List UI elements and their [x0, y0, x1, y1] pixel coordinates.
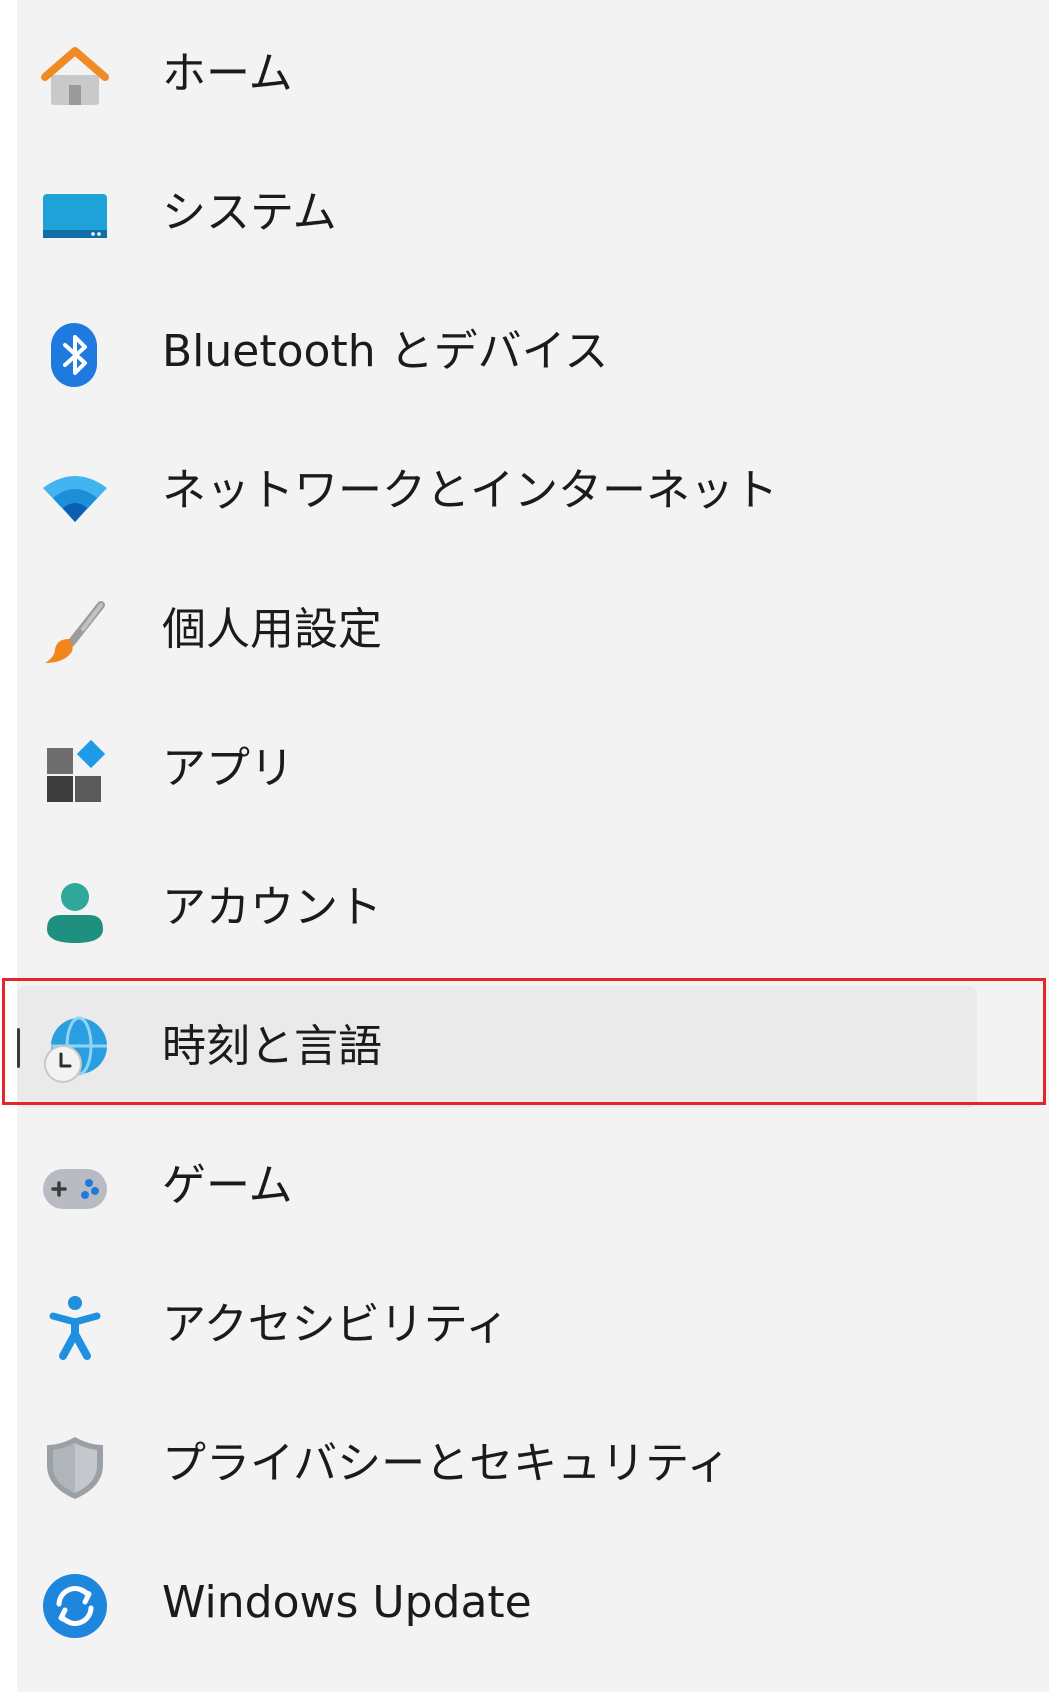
settings-navigation: ホーム システム Bluetooth とデバイス ネットワークとインターネット … — [17, 0, 1049, 1692]
nav-item-label: 個人用設定 — [162, 604, 382, 655]
nav-item-label: 時刻と言語 — [162, 1021, 382, 1072]
nav-item-network-internet[interactable]: ネットワークとインターネット — [17, 430, 977, 552]
nav-item-label: Windows Update — [162, 1577, 532, 1628]
windows-update-icon — [41, 1572, 109, 1640]
nav-item-apps[interactable]: アプリ — [17, 708, 977, 830]
nav-item-time-language[interactable]: 時刻と言語 — [17, 986, 977, 1108]
time-language-icon — [41, 1016, 109, 1084]
nav-item-label: アカウント — [162, 882, 382, 933]
nav-item-label: プライバシーとセキュリティ — [162, 1438, 731, 1489]
nav-item-system[interactable]: システム — [17, 152, 977, 274]
nav-item-label: システム — [162, 187, 337, 238]
selection-indicator — [17, 1028, 20, 1068]
apps-icon — [41, 738, 109, 806]
bluetooth-icon — [41, 321, 109, 389]
nav-item-accounts[interactable]: アカウント — [17, 847, 977, 969]
nav-item-personalization[interactable]: 個人用設定 — [17, 569, 977, 691]
wifi-icon — [41, 460, 109, 528]
shield-icon — [41, 1433, 109, 1501]
nav-item-bluetooth-devices[interactable]: Bluetooth とデバイス — [17, 291, 977, 413]
home-icon — [41, 43, 109, 111]
accessibility-icon — [41, 1294, 109, 1362]
nav-item-label: ゲーム — [162, 1160, 293, 1211]
account-icon — [41, 877, 109, 945]
brush-icon — [41, 599, 109, 667]
nav-item-privacy-security[interactable]: プライバシーとセキュリティ — [17, 1403, 977, 1525]
gamepad-icon — [41, 1155, 109, 1223]
nav-item-accessibility[interactable]: アクセシビリティ — [17, 1264, 977, 1386]
nav-item-label: アクセシビリティ — [162, 1299, 510, 1350]
nav-item-label: アプリ — [162, 743, 294, 794]
system-icon — [41, 182, 109, 250]
nav-item-gaming[interactable]: ゲーム — [17, 1125, 977, 1247]
nav-item-label: Bluetooth とデバイス — [162, 326, 609, 377]
nav-item-home[interactable]: ホーム — [17, 13, 977, 135]
nav-item-label: ネットワークとインターネット — [162, 465, 778, 516]
nav-item-label: ホーム — [162, 48, 293, 99]
nav-item-windows-update[interactable]: Windows Update — [17, 1542, 977, 1664]
